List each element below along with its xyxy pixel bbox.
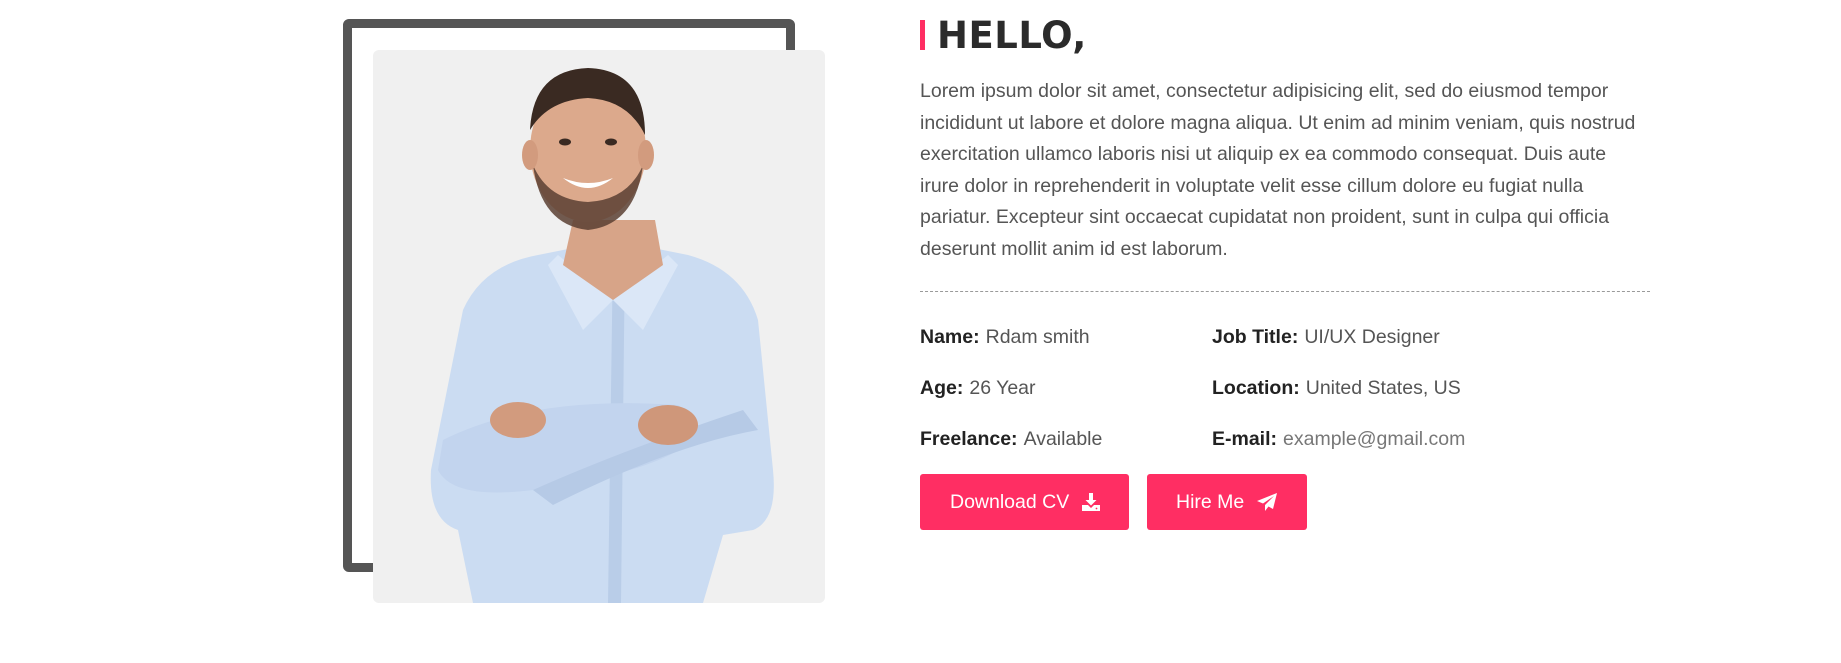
page-title: HELLO, [937,13,1087,57]
info-label: Job Title: [1212,326,1299,348]
info-name: Name: Rdam smith [920,312,1212,363]
info-value: UI/UX Designer [1304,326,1440,348]
download-cv-button[interactable]: Download CV [920,474,1129,530]
about-content: HELLO, Lorem ipsum dolor sit amet, conse… [920,14,1650,530]
info-value: Rdam smith [985,326,1090,348]
info-freelance: Freelance: Available [920,414,1212,465]
paper-plane-icon [1256,492,1278,512]
section-heading: HELLO, [920,13,1650,57]
intro-paragraph: Lorem ipsum dolor sit amet, consectetur … [920,80,1636,260]
info-label: Freelance: [920,428,1018,450]
info-email: E-mail: example@gmail.com [1212,414,1612,465]
info-location: Location: United States, US [1212,363,1612,414]
info-value: 26 Year [969,377,1036,399]
hire-me-button[interactable]: Hire Me [1147,474,1307,530]
person-illustration [430,68,774,603]
info-label: E-mail: [1212,428,1278,450]
info-label: Location: [1212,377,1300,399]
profile-photo [373,50,825,603]
info-job-title: Job Title: UI/UX Designer [1212,312,1612,363]
hire-me-label: Hire Me [1176,490,1245,513]
info-value: United States, US [1305,377,1461,399]
accent-bar [920,20,925,50]
download-cv-label: Download CV [950,490,1070,513]
info-label: Age: [920,377,964,399]
action-buttons: Download CV Hire Me [920,474,1650,530]
info-grid: Name: Rdam smith Job Title: UI/UX Design… [920,312,1650,465]
info-age: Age: 26 Year [920,363,1212,414]
info-value: Available [1023,428,1103,450]
divider [920,291,1650,292]
download-icon [1081,492,1101,512]
info-label: Name: [920,326,980,348]
email-link[interactable]: example@gmail.com [1283,428,1465,451]
